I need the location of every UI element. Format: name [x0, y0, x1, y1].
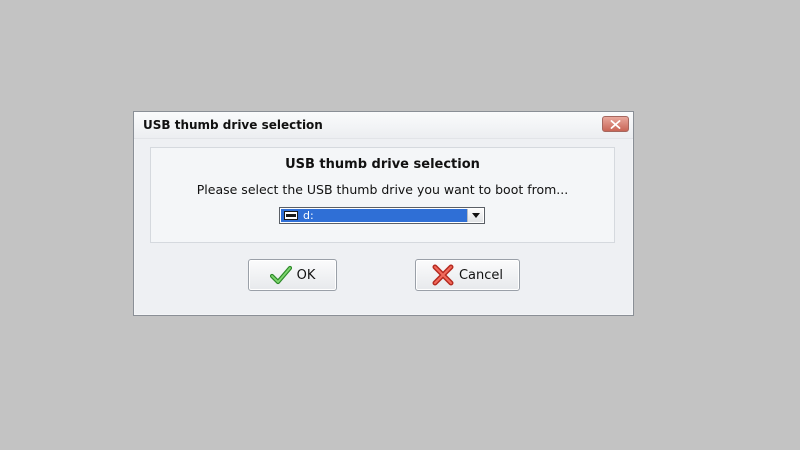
instruction-text: Please select the USB thumb drive you wa…: [196, 182, 569, 197]
drive-selected-item[interactable]: d:: [281, 209, 467, 222]
chevron-down-icon: [471, 213, 480, 218]
drive-icon: [284, 211, 298, 220]
cancel-button-label: Cancel: [458, 267, 504, 283]
drive-selected-value: d:: [303, 209, 314, 222]
close-icon: [610, 119, 621, 129]
checkmark-icon: [269, 265, 292, 285]
drive-dropdown[interactable]: d:: [279, 207, 485, 224]
dialog-titlebar[interactable]: USB thumb drive selection: [134, 112, 633, 139]
dialog-title: USB thumb drive selection: [143, 118, 323, 132]
cross-icon: [432, 264, 454, 286]
panel-heading: USB thumb drive selection: [285, 157, 480, 172]
cancel-button[interactable]: Cancel: [415, 259, 520, 291]
close-button[interactable]: [602, 116, 629, 132]
ok-button-label: OK: [296, 267, 316, 283]
selection-panel: USB thumb drive selection Please select …: [150, 147, 615, 243]
usb-drive-selection-dialog: USB thumb drive selection USB thumb driv…: [133, 111, 634, 316]
ok-button[interactable]: OK: [248, 259, 337, 291]
dropdown-arrow-button[interactable]: [467, 209, 483, 222]
